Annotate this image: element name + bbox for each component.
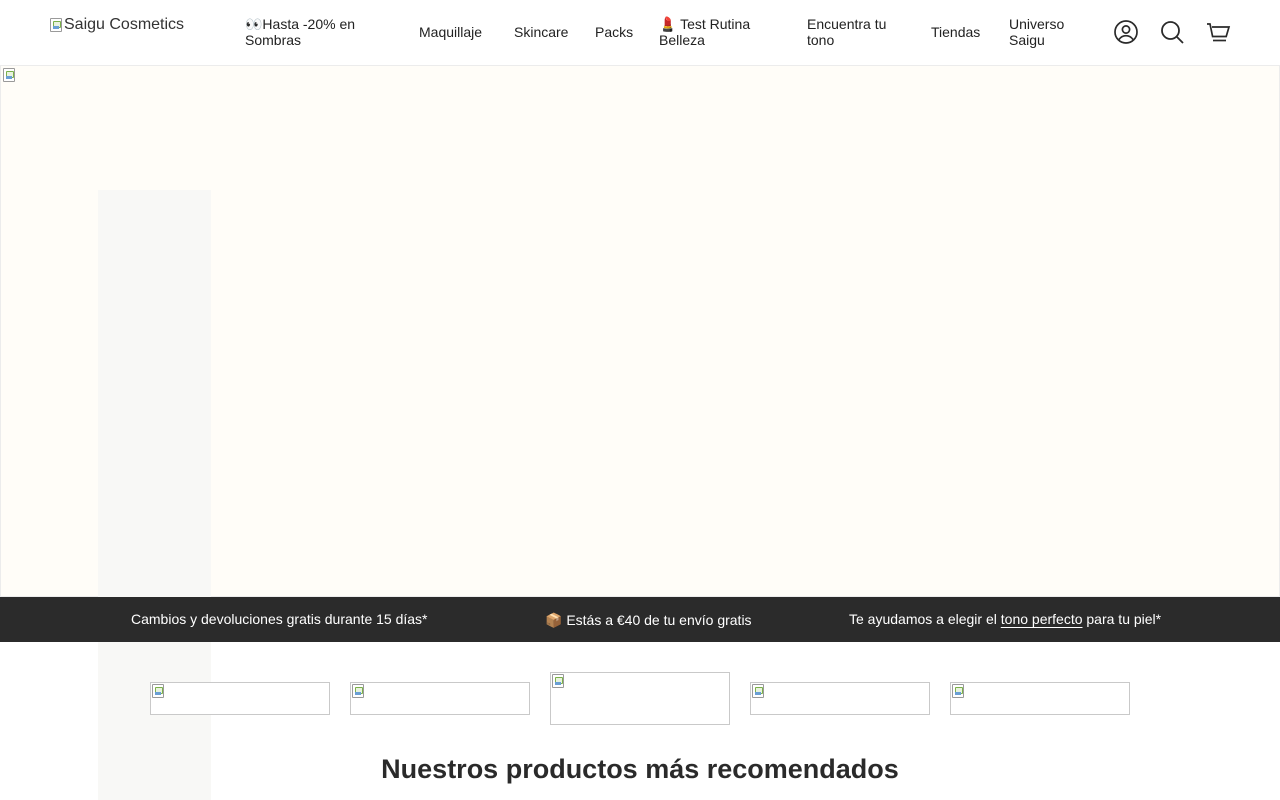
section-title: Nuestros productos más recomendados	[381, 754, 899, 784]
category-thumb-3[interactable]	[550, 672, 730, 725]
broken-image-icon	[50, 18, 62, 32]
search-icon[interactable]	[1159, 19, 1185, 45]
broken-image-icon	[3, 68, 15, 82]
announcement-bar: Cambios y devoluciones gratis durante 15…	[0, 597, 1280, 642]
nav-item-tiendas[interactable]: Tiendas	[931, 24, 980, 40]
announcement-tone-help: Te ayudamos a elegir el tono perfecto pa…	[849, 611, 1161, 627]
broken-image-icon	[352, 684, 364, 698]
category-thumb-2[interactable]	[350, 682, 530, 715]
nav-item-packs[interactable]: Packs	[595, 24, 633, 40]
broken-image-icon	[152, 684, 164, 698]
announcement-tone-post: para tu piel*	[1082, 611, 1162, 627]
nav-item-universo-saigu[interactable]: Universo Saigu	[1009, 16, 1089, 48]
tono-perfecto-link[interactable]: tono perfecto	[1001, 611, 1083, 627]
logo-link[interactable]: Saigu Cosmetics	[50, 16, 184, 34]
nav-item-promo[interactable]: 👀Hasta -20% en Sombras	[245, 16, 395, 48]
logo-alt-text: Saigu Cosmetics	[64, 16, 185, 33]
category-thumb-1[interactable]	[150, 682, 330, 715]
broken-image-icon	[552, 674, 564, 688]
broken-image-icon	[752, 684, 764, 698]
announcement-returns: Cambios y devoluciones gratis durante 15…	[131, 611, 428, 627]
category-thumb-4[interactable]	[750, 682, 930, 715]
nav-item-encuentra-tono[interactable]: Encuentra tu tono	[807, 16, 907, 48]
announcement-free-shipping: 📦 Estás a €40 de tu envío gratis	[545, 612, 752, 628]
nav-item-maquillaje[interactable]: Maquillaje	[419, 24, 482, 40]
site-header: Saigu Cosmetics 👀Hasta -20% en Sombras M…	[0, 0, 1280, 65]
broken-image-icon	[952, 684, 964, 698]
cart-icon[interactable]	[1205, 19, 1231, 45]
announcement-tone-pre: Te ayudamos a elegir el	[849, 611, 1001, 627]
nav-item-test-rutina[interactable]: 💄 Test Rutina Belleza	[659, 16, 779, 48]
nav-item-skincare[interactable]: Skincare	[514, 24, 568, 40]
category-thumb-5[interactable]	[950, 682, 1130, 715]
account-icon[interactable]	[1113, 19, 1139, 45]
